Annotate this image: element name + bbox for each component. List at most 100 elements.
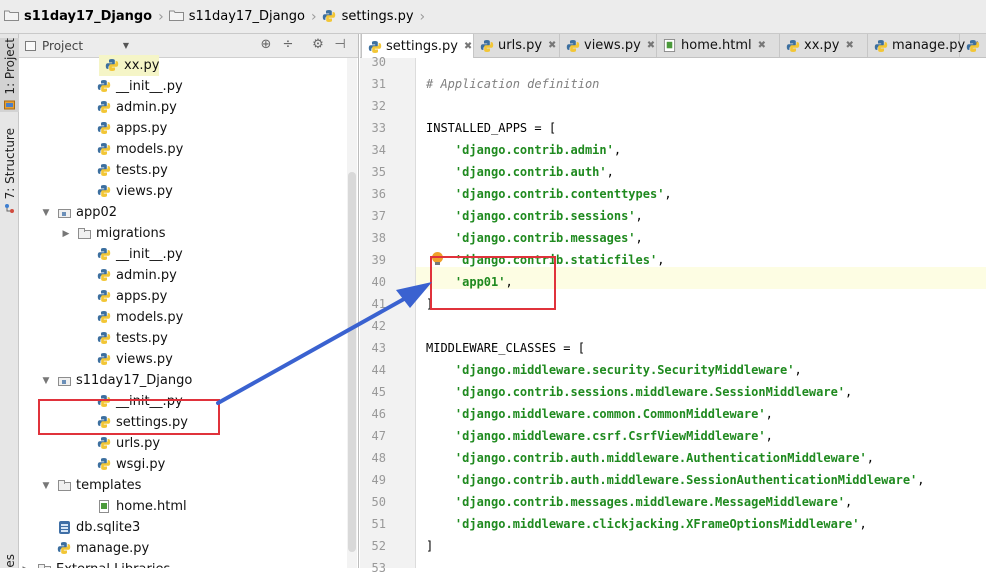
tree-item[interactable]: apps.py: [81, 118, 167, 139]
tree-item[interactable]: models.py: [81, 307, 183, 328]
code-line[interactable]: ]: [426, 535, 433, 557]
close-tab-icon[interactable]: ✖: [464, 41, 472, 52]
favorites-tool-tab[interactable]: es: [0, 554, 19, 568]
code-line[interactable]: 'django.contrib.auth.middleware.SessionA…: [426, 469, 925, 491]
tree-item[interactable]: ▼ app02: [41, 202, 117, 223]
line-number: 42: [371, 319, 386, 333]
code-token: MIDDLEWARE_CLASSES = [: [426, 341, 585, 355]
python-file-icon: [874, 39, 888, 52]
code-line[interactable]: 'django.contrib.sessions.middleware.Sess…: [426, 381, 852, 403]
html-file-icon: [97, 499, 112, 514]
editor-tab[interactable]: xx.py ✖: [780, 34, 868, 57]
project-view-dropdown[interactable]: Project ▼: [25, 37, 129, 55]
breadcrumb-item[interactable]: s11day17_Django: [168, 9, 305, 24]
breadcrumb-separator-icon: ›: [419, 8, 426, 25]
breadcrumb-item[interactable]: settings.py: [322, 9, 414, 24]
tree-item[interactable]: ▶ External Libraries: [21, 559, 170, 568]
code-line[interactable]: 'django.middleware.clickjacking.XFrameOp…: [426, 513, 867, 535]
string-literal: 'django.contrib.auth.middleware.SessionA…: [454, 473, 918, 487]
tree-item-label: tests.py: [116, 331, 168, 346]
expand-open-icon[interactable]: ▼: [41, 208, 51, 218]
expand-closed-icon[interactable]: ▶: [21, 565, 31, 569]
code-line[interactable]: 'django.contrib.messages',: [426, 227, 643, 249]
editor-tab[interactable]: views.py ✖: [560, 34, 657, 57]
expand-open-icon[interactable]: ▼: [41, 481, 51, 491]
code-line[interactable]: # Application definition: [426, 73, 599, 95]
tree-item[interactable]: ▼ templates: [41, 475, 142, 496]
editor-tab[interactable]: urls.py ✖: [474, 34, 560, 57]
code-line[interactable]: 'django.contrib.messages.middleware.Mess…: [426, 491, 852, 513]
code-line[interactable]: 'django.middleware.security.SecurityMidd…: [426, 359, 802, 381]
tree-item[interactable]: admin.py: [81, 265, 177, 286]
breadcrumb-separator-icon: ›: [158, 8, 164, 25]
hide-icon[interactable]: ⊣: [333, 38, 347, 52]
tree-item[interactable]: tests.py: [81, 160, 168, 181]
tree-scrollbar[interactable]: [347, 58, 357, 568]
tree-item[interactable]: home.html: [81, 496, 187, 517]
code-line[interactable]: 'django.middleware.csrf.CsrfViewMiddlewa…: [426, 425, 773, 447]
code-token: ,: [917, 473, 925, 487]
code-line[interactable]: 'django.contrib.auth.middleware.Authenti…: [426, 447, 874, 469]
tree-item[interactable]: urls.py: [81, 433, 160, 454]
line-number: 37: [371, 209, 386, 223]
breadcrumb-item[interactable]: s11day17_Django: [4, 9, 152, 24]
code-line[interactable]: MIDDLEWARE_CLASSES = [: [426, 337, 585, 359]
tree-item[interactable]: apps.py: [81, 286, 167, 307]
expand-closed-icon[interactable]: ▶: [61, 229, 71, 239]
editor-tab[interactable]: [960, 34, 986, 57]
tree-item[interactable]: views.py: [81, 349, 173, 370]
code-line[interactable]: 'django.contrib.contenttypes',: [426, 183, 672, 205]
tree-item[interactable]: admin.py: [81, 97, 177, 118]
gear-icon[interactable]: ⚙: [311, 38, 325, 52]
editor-tab[interactable]: manage.py✖: [868, 34, 980, 57]
code-line[interactable]: 'django.middleware.common.CommonMiddlewa…: [426, 403, 773, 425]
project-panel-header: Project ▼ ⊕ ÷ ⚙ ⊣: [19, 34, 358, 58]
expand-open-icon[interactable]: ▼: [41, 376, 51, 386]
tree-item[interactable]: ▼ s11day17_Django: [41, 370, 193, 391]
folder-icon: [77, 226, 92, 241]
breadcrumb-label: s11day17_Django: [24, 9, 153, 24]
annotation-box-settings: [38, 399, 220, 435]
tree-item[interactable]: __init__.py: [81, 244, 183, 265]
tree-item[interactable]: models.py: [81, 139, 183, 160]
tree-item[interactable]: tests.py: [81, 328, 168, 349]
tree-item[interactable]: manage.py: [41, 538, 149, 559]
code-line[interactable]: 'django.contrib.sessions',: [426, 205, 643, 227]
editor-tab[interactable]: home.html ✖: [657, 34, 780, 57]
tree-item[interactable]: wsgi.py: [81, 454, 165, 475]
code-line[interactable]: 'django.contrib.auth',: [426, 161, 614, 183]
code-line[interactable]: INSTALLED_APPS = [: [426, 117, 556, 139]
breadcrumb: s11day17_Django › s11day17_Django › settings…: [0, 0, 986, 34]
tree-item[interactable]: __init__.py: [81, 76, 183, 97]
close-tab-icon[interactable]: ✖: [647, 40, 655, 51]
tree-item[interactable]: ▶ migrations: [61, 223, 166, 244]
line-number: 49: [371, 473, 386, 487]
tree-item[interactable]: db.sqlite3: [41, 517, 140, 538]
structure-tool-tab[interactable]: 7: Structure: [0, 128, 19, 240]
tree-item[interactable]: views.py: [81, 181, 173, 202]
code-token: ,: [866, 451, 874, 465]
python-file-icon: [57, 541, 72, 556]
close-tab-icon[interactable]: ✖: [548, 40, 556, 51]
python-file-icon: [566, 39, 580, 52]
code-token: ,: [845, 495, 853, 509]
project-tool-tab[interactable]: 1: Project: [0, 38, 19, 112]
string-literal: 'django.contrib.messages': [454, 231, 636, 245]
project-view-label: Project: [42, 38, 84, 53]
collapse-icon[interactable]: ÷: [281, 38, 295, 52]
code-line[interactable]: 'django.contrib.admin',: [426, 139, 621, 161]
close-tab-icon[interactable]: ✖: [758, 40, 766, 51]
structure-icon: [5, 204, 14, 214]
tree-item[interactable]: xx.py: [99, 55, 159, 76]
target-icon[interactable]: ⊕: [259, 38, 273, 52]
tree-scrollbar-thumb[interactable]: [348, 172, 356, 552]
tree-item-label: apps.py: [116, 121, 168, 136]
tree-item-label: views.py: [116, 352, 173, 367]
close-tab-icon[interactable]: ✖: [845, 40, 853, 51]
code-token: ,: [635, 231, 643, 245]
